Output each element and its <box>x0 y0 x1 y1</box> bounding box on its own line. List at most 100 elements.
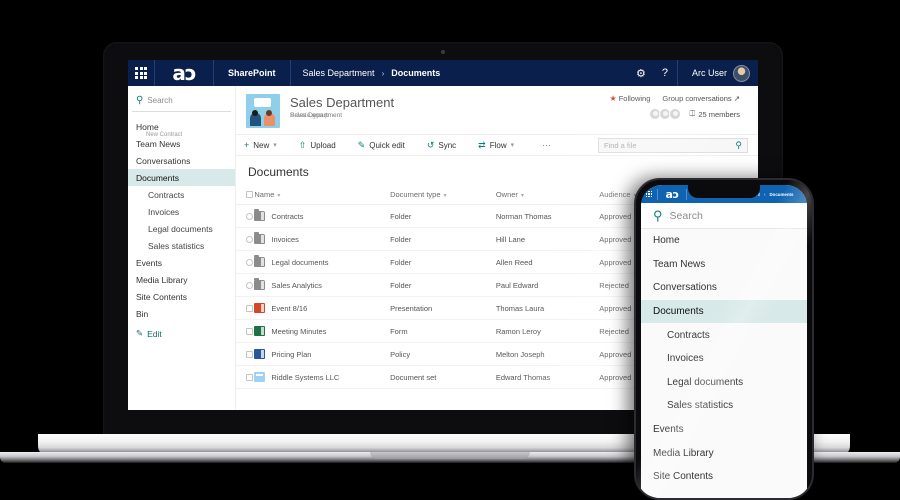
find-a-file-input[interactable]: Find a file ⚲ <box>598 137 748 153</box>
cell-owner: Ramon Leroy <box>495 319 600 343</box>
folder-icon <box>254 255 266 267</box>
new-button[interactable]: + New ▾ <box>244 140 288 150</box>
user-menu[interactable]: Arc User <box>676 60 758 86</box>
sidebar-item-home[interactable]: Home <box>128 118 235 135</box>
plus-icon: + <box>244 140 250 150</box>
cell-name[interactable]: Riddle Systems LLC <box>254 365 391 389</box>
sidebar-item-contracts[interactable]: Contracts <box>128 186 235 203</box>
phone-nav-item-media-library[interactable]: Media Library <box>641 441 807 465</box>
row-checkbox[interactable] <box>236 227 255 251</box>
facepile[interactable] <box>649 108 682 120</box>
sidebar-search[interactable]: ⚲ Search <box>132 90 231 112</box>
group-conversations-link[interactable]: Group conversations ↗ <box>662 94 740 103</box>
cell-document-type: Form <box>390 319 496 343</box>
command-bar: + New ▾ ⇧ Upload ✎ Quick edit ↺ Sync ⇄ F… <box>236 134 758 156</box>
file-name: Legal documents <box>271 257 329 267</box>
phone-nav-item-legal-documents[interactable]: Legal documents <box>641 371 807 395</box>
phone-nav-item-invoices[interactable]: Invoices <box>641 347 807 371</box>
word-icon <box>254 349 266 359</box>
folder-icon <box>254 232 266 244</box>
cell-owner: Norman Thomas <box>495 204 600 228</box>
sidebar: ⚲ Search Home New Contract Team News Con… <box>128 86 236 410</box>
flow-button[interactable]: ⇄ Flow ▾ <box>478 140 525 151</box>
breadcrumb: Sales Department › Documents <box>291 68 453 78</box>
site-title-block: Sales Department Private group Sales Dep… <box>280 94 394 120</box>
ellipsis-icon[interactable]: ⋯ <box>536 140 558 151</box>
row-checkbox[interactable] <box>236 342 255 366</box>
brand-logo[interactable]: aɔ <box>154 60 214 86</box>
following-label: Following <box>618 94 651 103</box>
sync-button[interactable]: ↺ Sync <box>427 140 467 151</box>
cell-name[interactable]: Meeting Minutes <box>254 319 391 343</box>
cell-document-type: Folder <box>390 204 496 228</box>
cell-document-type: Folder <box>390 227 496 251</box>
sidebar-item-legal-documents[interactable]: Legal documents <box>128 220 235 237</box>
sidebar-edit-button[interactable]: ✎ Edit <box>128 322 235 342</box>
row-checkbox[interactable] <box>236 296 255 320</box>
sidebar-item-documents[interactable]: Documents <box>128 169 235 186</box>
phone-nav-item-events[interactable]: Events <box>641 418 807 442</box>
product-name[interactable]: SharePoint <box>214 68 290 78</box>
sidebar-item-bin[interactable]: Bin <box>128 305 235 322</box>
app-launcher-icon[interactable] <box>641 190 657 198</box>
sidebar-item-invoices[interactable]: Invoices <box>128 203 235 220</box>
sidebar-edit-label: Edit <box>147 328 162 339</box>
phone-nav-item-home[interactable]: Home <box>641 229 807 253</box>
pencil-icon: ✎ <box>136 328 144 338</box>
brand-logo[interactable]: aɔ <box>657 187 687 201</box>
app-launcher-icon[interactable] <box>128 60 154 86</box>
cell-name[interactable]: Sales Analytics <box>254 273 391 297</box>
breadcrumb-current[interactable]: Documents <box>391 68 440 78</box>
column-header-name[interactable]: Name ▾ <box>254 186 391 205</box>
following-button[interactable]: ★ Following <box>609 94 650 103</box>
sidebar-item-site-contents[interactable]: Site Contents <box>128 288 235 305</box>
phone-nav-item-conversations[interactable]: Conversations <box>641 276 807 300</box>
gear-icon[interactable]: ⚙ <box>629 67 653 80</box>
group-conversations-label: Group conversations <box>662 94 732 103</box>
phone-nav-item-sales-statistics[interactable]: Sales statistics <box>641 394 807 418</box>
cell-document-type: Folder <box>390 250 496 274</box>
breadcrumb-site[interactable]: Sales Department <box>303 68 375 78</box>
sidebar-item-events[interactable]: Events <box>128 254 235 271</box>
upload-button[interactable]: ⇧ Upload <box>299 140 347 151</box>
sidebar-item-team-news[interactable]: Team News <box>128 135 235 152</box>
select-all-checkbox[interactable] <box>236 186 255 205</box>
cell-name[interactable]: Pricing Plan <box>254 342 391 366</box>
column-header-owner[interactable]: Owner ▾ <box>495 186 600 205</box>
phone-nav-item-team-news[interactable]: Team News <box>641 253 807 277</box>
suite-bar: aɔ SharePoint Sales Department › Documen… <box>128 60 758 86</box>
search-icon: ⚲ <box>136 95 144 106</box>
phone-nav-item-site-contents[interactable]: Site Contents <box>641 465 807 489</box>
phone-search[interactable]: ⚲ Search <box>641 203 807 229</box>
members-count[interactable]: ⎅ 25 members <box>689 109 740 119</box>
phone-screen: aɔ SharePoint | Sales Department › Docum… <box>641 185 807 498</box>
column-header-document-type[interactable]: Document type ▾ <box>390 186 496 205</box>
cell-name[interactable]: Invoices <box>254 227 391 251</box>
phone-breadcrumb-current[interactable]: Documents <box>770 192 794 197</box>
phone-nav-item-contracts[interactable]: Contracts <box>641 323 807 347</box>
upload-label: Upload <box>310 140 336 150</box>
sidebar-nav: Home New Contract Team News Conversation… <box>128 112 235 342</box>
column-label-owner: Owner <box>495 190 518 199</box>
phone-nav-item-documents[interactable]: Documents <box>641 299 807 324</box>
cell-name[interactable]: Legal documents <box>254 250 391 274</box>
cell-name[interactable]: Event 8/16 <box>254 296 391 320</box>
help-icon[interactable]: ? <box>653 67 677 79</box>
cell-owner: Paul Edward <box>495 273 600 297</box>
site-header: Sales Department Private group Sales Dep… <box>236 86 758 130</box>
cell-owner: Allen Reed <box>495 250 600 274</box>
row-checkbox[interactable] <box>236 204 255 228</box>
row-checkbox[interactable] <box>236 319 255 343</box>
quick-edit-button[interactable]: ✎ Quick edit <box>358 140 416 151</box>
row-checkbox[interactable] <box>236 250 255 274</box>
sidebar-item-conversations[interactable]: Conversations <box>128 152 235 169</box>
excel-icon <box>254 326 266 336</box>
brand-logo-text: aɔ <box>665 187 679 201</box>
sidebar-item-media-library[interactable]: Media Library <box>128 271 235 288</box>
file-name: Meeting Minutes <box>271 326 327 336</box>
row-checkbox[interactable] <box>236 273 255 297</box>
sidebar-item-sales-statistics[interactable]: Sales statistics <box>128 237 235 254</box>
cell-name[interactable]: Contracts <box>254 204 391 228</box>
phone-search-placeholder: Search <box>669 209 703 222</box>
row-checkbox[interactable] <box>236 365 255 389</box>
